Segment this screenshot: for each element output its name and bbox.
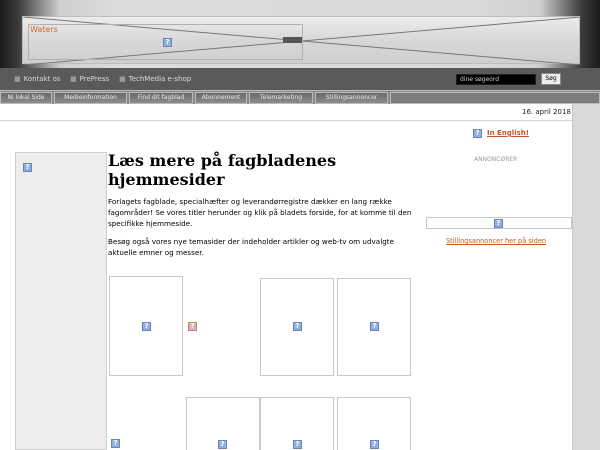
tab-find-fagblad[interactable]: Find dit fagblad (129, 92, 193, 104)
uk-flag-icon[interactable] (473, 129, 482, 138)
page: Waters ■Kontakt os ■PrePress ■TechMedia … (0, 0, 600, 450)
tab-stillingsannoncer[interactable]: Stillingsannoncer (315, 92, 388, 104)
broken-image-icon (23, 163, 32, 172)
broken-image-icon (370, 440, 379, 449)
header-banner: Waters (0, 0, 600, 68)
broken-image-icon (494, 219, 503, 228)
broken-image-icon (370, 322, 379, 331)
themes-paragraph: Besøg også vores nye temasider der indeh… (108, 237, 395, 257)
broken-image-icon (142, 322, 151, 331)
tab-abonnement[interactable]: Abonnement (195, 92, 247, 104)
broken-image-icon (293, 440, 302, 449)
eshop-link[interactable]: ■ TechMedia e-shop (119, 75, 191, 83)
intro-paragraph: Forlagets fagblade, specialhæfter og lev… (108, 197, 412, 228)
right-gutter (572, 104, 600, 450)
advertisers-heading: ANNONCØRER (474, 156, 518, 163)
bullet-icon: ■ (70, 75, 77, 83)
left-sidebar (15, 152, 107, 450)
tab-local[interactable]: Ni lokal Side (0, 92, 52, 104)
divider (0, 120, 572, 121)
page-title: Læs mere på fagbladenes hjemmesider (108, 151, 337, 189)
search-button[interactable]: Søg (541, 73, 561, 85)
english-link[interactable]: In English! (487, 129, 529, 137)
tab-telemarketing[interactable]: Telemarketing (249, 92, 313, 104)
tab-medieinformation[interactable]: Medieinformation (54, 92, 127, 104)
broken-image-icon (111, 439, 120, 448)
broken-image-icon (163, 38, 172, 47)
contact-link[interactable]: ■ Kontakt os (14, 75, 61, 83)
prepress-link[interactable]: ■ PrePress (70, 75, 109, 83)
bullet-icon: ■ (119, 75, 126, 83)
broken-image-icon (218, 440, 227, 449)
broken-image-icon[interactable] (188, 322, 197, 331)
tab-bar-filler (390, 92, 600, 104)
search-input[interactable]: dine søgeord (456, 74, 536, 85)
date-label: 16. april 2018 (522, 108, 571, 116)
brand-label[interactable]: Waters (30, 25, 58, 34)
tab-bar: Ni lokal Side Medieinformation Find dit … (0, 90, 600, 104)
broken-image-icon (293, 322, 302, 331)
bullet-icon: ■ (14, 75, 21, 83)
jobs-link[interactable]: Stillingsannoncer her på siden (446, 237, 546, 245)
